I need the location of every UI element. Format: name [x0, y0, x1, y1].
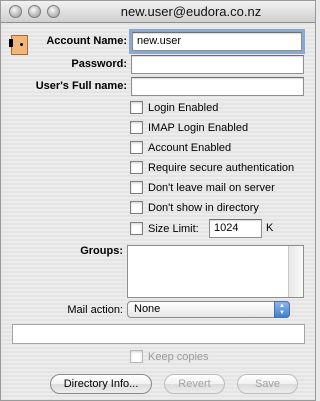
- zoom-window-icon[interactable]: [47, 5, 60, 18]
- account-enabled-option[interactable]: Account Enabled: [130, 140, 231, 155]
- size-limit-option[interactable]: Size Limit:: [130, 221, 199, 236]
- dont-leave-mail-checkbox[interactable]: [130, 181, 143, 194]
- full-name-label: User's Full name:: [35, 80, 127, 92]
- close-window-icon[interactable]: [9, 5, 22, 18]
- secure-auth-checkbox[interactable]: [130, 161, 143, 174]
- user-face-icon: [9, 35, 28, 55]
- mail-action-popup[interactable]: None ▲ ▼: [127, 301, 290, 318]
- login-enabled-label: Login Enabled: [148, 101, 219, 114]
- groups-list[interactable]: [127, 245, 304, 298]
- groups-scrollbar[interactable]: [288, 246, 303, 297]
- account-enabled-label: Account Enabled: [148, 141, 232, 154]
- account-name-field[interactable]: new.user: [129, 29, 305, 54]
- dont-show-directory-checkbox[interactable]: [130, 201, 143, 214]
- groups-label: Groups:: [80, 245, 123, 257]
- keep-copies-label: Keep copies: [148, 350, 209, 363]
- mail-action-value: None: [134, 303, 161, 315]
- status-field[interactable]: [12, 324, 305, 344]
- secure-auth-option[interactable]: Require secure authentication: [130, 160, 294, 175]
- minimize-window-icon[interactable]: [28, 5, 41, 18]
- dont-leave-mail-option[interactable]: Don't leave mail on server: [130, 180, 275, 195]
- save-button: Save: [237, 374, 298, 394]
- password-field[interactable]: [131, 55, 304, 74]
- account-name-label: Account Name:: [46, 35, 127, 47]
- dont-leave-mail-label: Don't leave mail on server: [148, 181, 275, 194]
- popup-arrows-icon: ▲ ▼: [274, 301, 290, 318]
- size-limit-unit: K: [266, 222, 274, 234]
- account-enabled-checkbox[interactable]: [130, 141, 143, 154]
- login-enabled-option[interactable]: Login Enabled: [130, 100, 218, 115]
- login-enabled-checkbox[interactable]: [130, 101, 143, 114]
- title-bar[interactable]: new.user@eudora.co.nz: [1, 1, 315, 23]
- size-limit-checkbox[interactable]: [130, 222, 143, 235]
- window-title: new.user@eudora.co.nz: [120, 4, 262, 19]
- imap-login-enabled-label: IMAP Login Enabled: [148, 121, 249, 134]
- size-limit-label: Size Limit:: [148, 222, 199, 235]
- secure-auth-label: Require secure authentication: [148, 161, 295, 174]
- keep-copies-option: Keep copies: [130, 349, 209, 364]
- dont-show-directory-option[interactable]: Don't show in directory: [130, 200, 259, 215]
- password-label: Password:: [71, 58, 127, 70]
- mail-action-label: Mail action:: [67, 304, 123, 316]
- dont-show-directory-label: Don't show in directory: [148, 201, 259, 214]
- revert-button: Revert: [164, 374, 225, 394]
- account-window: new.user@eudora.co.nz Account Name: new.…: [0, 0, 316, 401]
- keep-copies-checkbox: [130, 350, 143, 363]
- size-limit-field[interactable]: 1024: [209, 219, 262, 238]
- full-name-field[interactable]: [131, 77, 304, 96]
- imap-login-enabled-checkbox[interactable]: [130, 121, 143, 134]
- imap-login-enabled-option[interactable]: IMAP Login Enabled: [130, 120, 248, 135]
- directory-info-button[interactable]: Directory Info...: [50, 374, 152, 394]
